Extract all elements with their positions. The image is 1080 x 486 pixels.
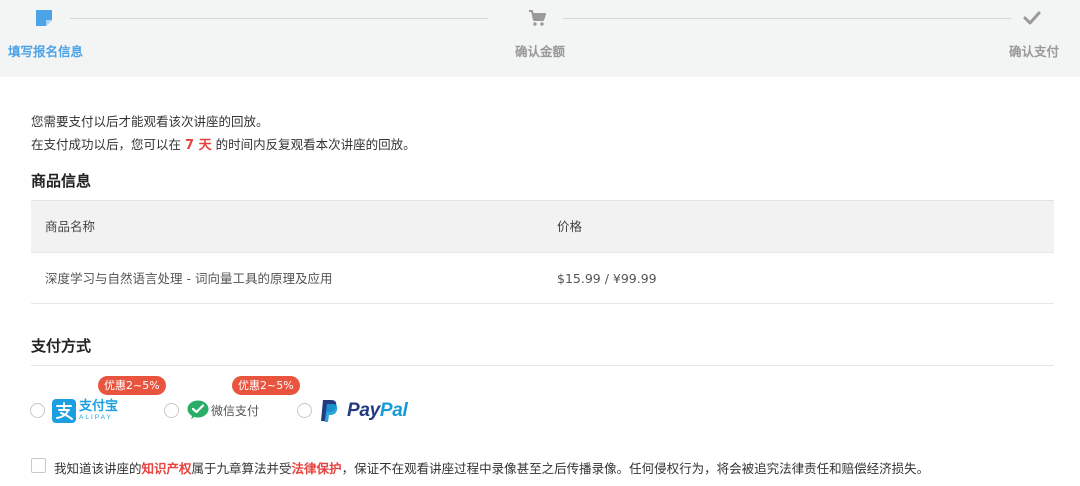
wechat-pay-option[interactable]: 微信支付 (187, 400, 259, 420)
alipay-radio[interactable] (30, 403, 45, 418)
product-table: 商品名称 价格 深度学习与自然语言处理 - 词向量工具的原理及应用 $15.99… (31, 200, 1054, 304)
section-divider (31, 365, 1054, 366)
form-icon (36, 10, 52, 26)
alipay-logo-subtext: ALIPAY (79, 413, 113, 421)
paypal-radio[interactable] (297, 403, 312, 418)
column-header-name: 商品名称 (45, 219, 96, 234)
intro-line-1: 您需要支付以后才能观看该次讲座的回放。 (31, 114, 269, 129)
discount-badge-alipay: 优惠2~5% (98, 376, 166, 395)
step-label-confirm-payment[interactable]: 确认支付 (1009, 41, 1059, 60)
agreement-text: 我知道该讲座的知识产权属于九章算法并受法律保护，保证不在观看讲座过程中录像甚至之… (54, 458, 929, 477)
step-label-confirm-amount[interactable]: 确认金额 (515, 41, 565, 60)
intro-line-2: 在支付成功以后，您可以在 7 天 的时间内反复观看本次讲座的回放。 (31, 134, 416, 153)
check-icon (1023, 11, 1041, 25)
progress-stepper: 填写报名信息 确认金额 确认支付 (0, 0, 1080, 77)
payment-section-title: 支付方式 (31, 337, 92, 355)
agreement-highlight-ip: 知识产权 (141, 461, 192, 476)
table-row: 深度学习与自然语言处理 - 词向量工具的原理及应用 $15.99 / ¥99.9… (31, 253, 1054, 304)
paypal-option[interactable]: PayPal (320, 398, 408, 424)
paypal-logo-pay: Pay (347, 400, 380, 421)
agreement-highlight-law: 法律保护 (291, 461, 342, 476)
paypal-icon (321, 400, 338, 422)
intro-text: 在支付成功以后，您可以在 (31, 137, 182, 152)
replay-days: 7 天 (185, 138, 212, 153)
alipay-icon (52, 398, 76, 423)
paypal-logo-pal: Pal (379, 400, 408, 421)
product-price: $15.99 / ¥99.99 (557, 271, 657, 286)
stepper-connector (70, 18, 488, 19)
step-label-fill-info[interactable]: 填写报名信息 (8, 41, 83, 60)
intro-text: 的时间内反复观看本次讲座的回放。 (215, 137, 416, 152)
product-name: 深度学习与自然语言处理 - 词向量工具的原理及应用 (45, 271, 333, 286)
product-section-title: 商品信息 (31, 172, 92, 190)
agreement-text-part: 属于九章算法并受 (191, 461, 292, 476)
alipay-logo-text: 支付宝 (79, 398, 119, 414)
agreement-text-part: 我知道该讲座的 (54, 461, 142, 476)
wechat-pay-label: 微信支付 (211, 403, 260, 418)
wechat-pay-radio[interactable] (164, 403, 179, 418)
discount-badge-wechat: 优惠2~5% (232, 376, 300, 395)
agreement-checkbox[interactable] (31, 458, 46, 473)
table-header: 商品名称 价格 (31, 201, 1054, 253)
cart-icon (529, 10, 546, 26)
paypal-logo-text: PayPal (347, 400, 408, 422)
stepper-connector (563, 18, 1011, 19)
agreement-text-part: ，保证不在观看讲座过程中录像甚至之后传播录像。任何侵权行为，将会被追究法律责任和… (341, 461, 930, 476)
column-header-price: 价格 (557, 219, 583, 234)
alipay-option[interactable]: 支付宝 ALIPAY (52, 398, 118, 423)
wechat-pay-icon (187, 400, 209, 419)
